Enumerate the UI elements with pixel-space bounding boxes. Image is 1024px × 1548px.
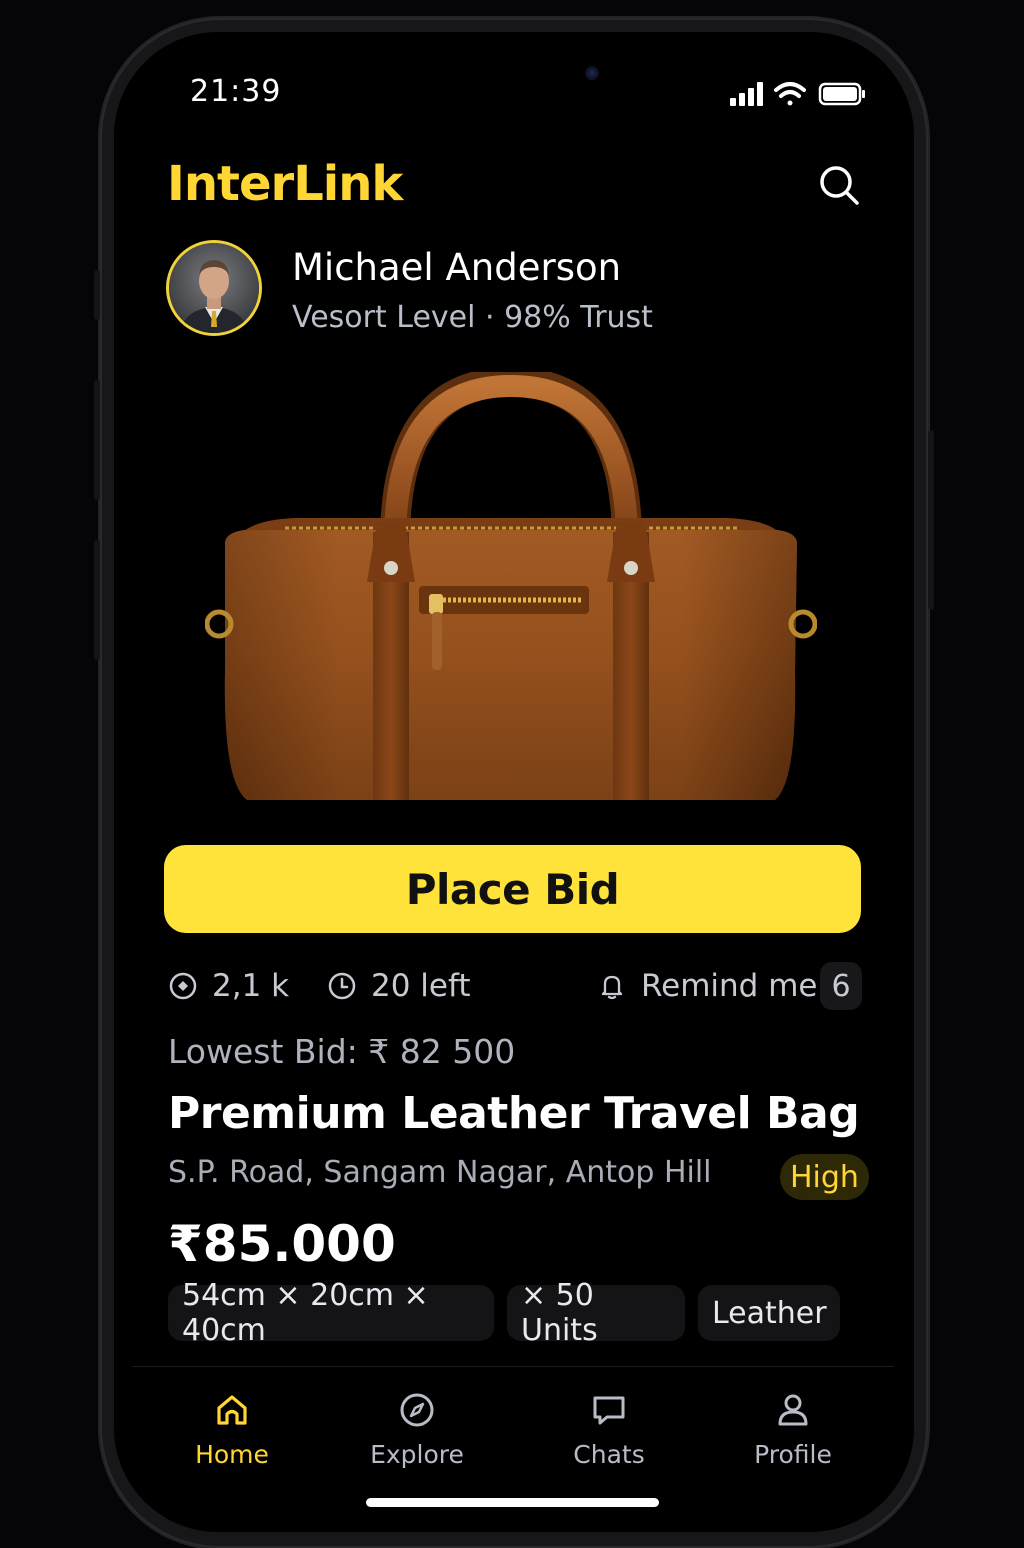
views-count: 2,1 k — [212, 968, 290, 1004]
tab-chats[interactable]: Chats — [529, 1390, 689, 1469]
compass-icon — [400, 1393, 434, 1427]
dynamic-island — [306, 44, 718, 106]
chat-icon — [593, 1396, 625, 1425]
material-chip: Leather — [698, 1285, 840, 1341]
compass-icon — [169, 972, 197, 1000]
tab-bar-divider — [132, 1366, 894, 1367]
seller-meta: Vesort Level · 98% Trust — [292, 300, 653, 335]
product-image[interactable] — [204, 366, 818, 822]
power-button — [928, 430, 934, 610]
search-button[interactable] — [816, 162, 862, 208]
lowest-bid: Lowest Bid: ₹ 82 500 — [168, 1032, 516, 1071]
seller-name[interactable]: Michael Anderson — [292, 246, 621, 289]
tab-explore-label: Explore — [370, 1440, 464, 1469]
home-icon — [217, 1395, 247, 1425]
product-price: ₹85.000 — [168, 1215, 396, 1273]
wifi-icon — [774, 82, 806, 106]
brand-logo: InterLink — [167, 156, 403, 212]
user-icon — [778, 1394, 808, 1426]
tab-home[interactable]: Home — [152, 1390, 312, 1469]
tab-home-label: Home — [195, 1440, 269, 1469]
bell-icon — [601, 975, 623, 1000]
search-icon — [820, 166, 859, 205]
product-address: S.P. Road, Sangam Nagar, Antop Hill — [168, 1155, 712, 1190]
volume-up-button — [94, 380, 100, 500]
remind-me-button[interactable]: Remind me — [597, 968, 817, 1004]
remind-count-badge: 6 — [820, 962, 862, 1010]
demand-badge: High — [780, 1154, 869, 1200]
place-bid-button[interactable]: Place Bid — [164, 845, 861, 933]
status-time: 21:39 — [190, 74, 282, 109]
tab-chats-label: Chats — [573, 1440, 645, 1469]
home-indicator[interactable] — [366, 1498, 659, 1507]
status-icons — [730, 80, 866, 110]
tab-explore[interactable]: Explore — [337, 1390, 497, 1469]
stock-left: 20 left — [371, 968, 471, 1004]
battery-icon — [818, 82, 865, 106]
views-stat: 2,1 k — [168, 968, 289, 1004]
camera — [585, 66, 599, 80]
product-title: Premium Leather Travel Bag — [168, 1088, 860, 1139]
seller-avatar[interactable] — [166, 240, 262, 336]
volume-down-button — [94, 540, 100, 660]
remind-me-label: Remind me — [641, 968, 818, 1004]
tab-profile-label: Profile — [754, 1440, 832, 1469]
clock-icon — [328, 972, 356, 1000]
mute-switch — [94, 270, 100, 320]
units-chip: × 50 Units — [507, 1278, 685, 1348]
dimensions-chip: 54cm × 20cm × 40cm — [168, 1278, 494, 1348]
stock-stat: 20 left — [327, 968, 471, 1004]
signal-icon — [730, 82, 763, 106]
tab-profile[interactable]: Profile — [713, 1390, 873, 1469]
